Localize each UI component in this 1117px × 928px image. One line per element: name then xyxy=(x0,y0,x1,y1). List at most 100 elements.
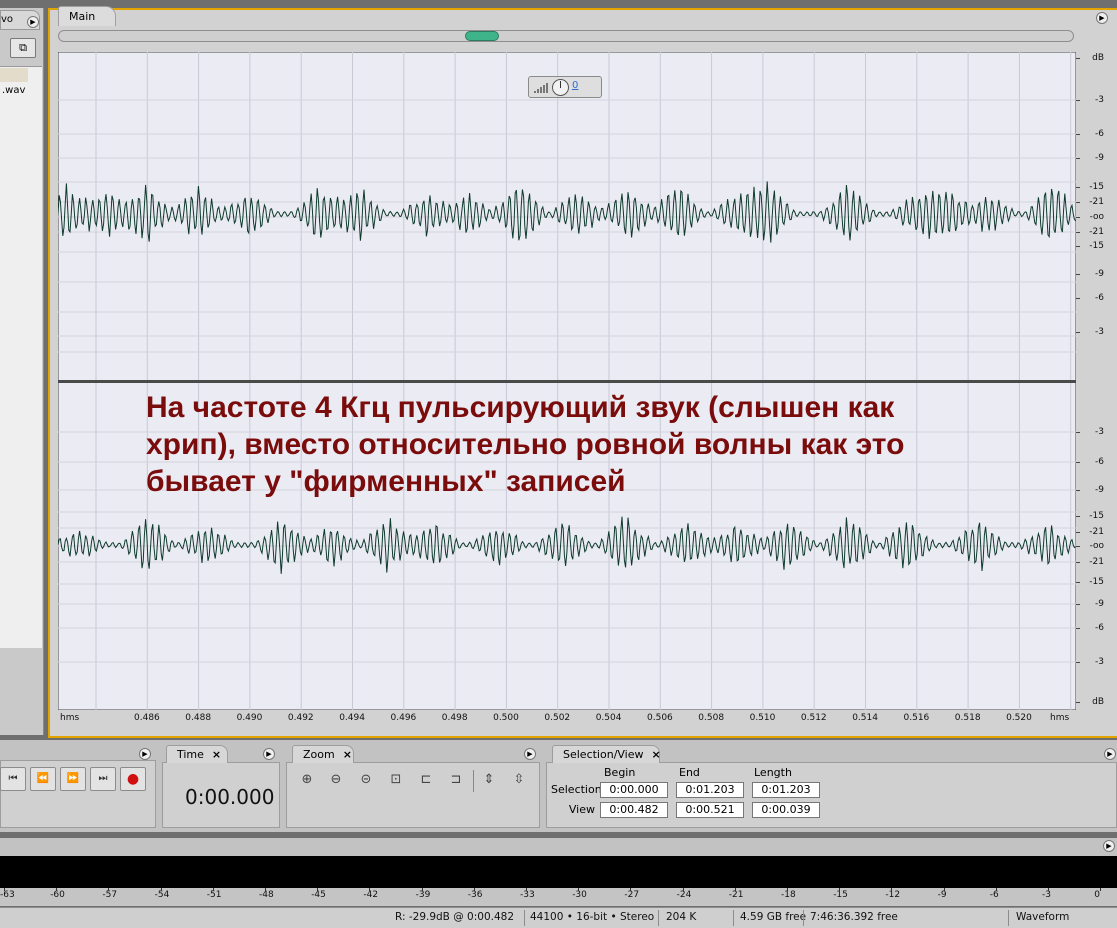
record-button[interactable]: ● xyxy=(120,767,146,791)
volume-value[interactable]: 0 xyxy=(572,80,578,91)
db-scale-label: -9 xyxy=(1095,269,1104,279)
zoom-out-vertical-icon[interactable]: ⇳ xyxy=(508,770,530,792)
zoom-right-edge-icon[interactable]: ⊐ xyxy=(445,770,467,792)
zoom-left-edge-icon[interactable]: ⊏ xyxy=(415,770,437,792)
db-scale-label: -3 xyxy=(1095,327,1104,337)
level-meter xyxy=(0,856,1117,888)
db-scale-label: -15 xyxy=(1089,182,1104,192)
db-scale-label: -3 xyxy=(1095,95,1104,105)
length-header: Length xyxy=(754,766,792,779)
db-scale-label: -9 xyxy=(1095,599,1104,609)
db-scale-label: -6 xyxy=(1095,129,1104,139)
time-tick-label: 0.512 xyxy=(800,713,827,723)
db-scale-label: -15 xyxy=(1089,511,1104,521)
level-meter-tick xyxy=(421,888,423,891)
db-scale-label: -oo xyxy=(1089,212,1104,222)
level-meter-label: -63 xyxy=(0,890,15,900)
db-scale-tick xyxy=(1076,232,1080,233)
time-tick-label: 0.508 xyxy=(698,713,725,723)
time-tick-label: 0.518 xyxy=(954,713,981,723)
level-meter-tick xyxy=(943,888,945,891)
db-scale-tick xyxy=(1076,532,1080,533)
level-meter-tick xyxy=(995,888,997,891)
db-scale-label: -21 xyxy=(1089,227,1104,237)
zoom-menu-icon[interactable]: ▶ xyxy=(524,748,536,760)
level-meter-label: -45 xyxy=(311,890,326,900)
db-scale-tick xyxy=(1076,246,1080,247)
zoom-out-full-icon[interactable]: ⊝ xyxy=(355,770,377,792)
level-meter-label: -36 xyxy=(467,890,483,900)
file-list-item[interactable]: .wav xyxy=(2,85,25,96)
selection-begin-field[interactable]: 0:00.000 xyxy=(600,782,668,798)
time-tick-label: 0.504 xyxy=(595,713,622,723)
time-ruler[interactable]: hms 0.486 0.488 0.490 0.492 0.494 0.496 0.498 0.… xyxy=(58,710,1076,730)
level-meter-tick xyxy=(369,888,371,891)
status-divider xyxy=(1008,910,1009,926)
zoom-in-amplitude-icon[interactable]: ⊕ xyxy=(296,770,318,792)
volume-control[interactable]: 0 xyxy=(528,76,602,98)
level-meter-tick xyxy=(891,888,893,891)
rewind-button[interactable]: ⏪ xyxy=(30,767,56,791)
caption-line: бывает у "фирменных" записей xyxy=(146,465,626,498)
view-end-field[interactable]: 0:00.521 xyxy=(676,802,744,818)
level-meter-tick xyxy=(682,888,684,891)
time-tick-label: 0.488 xyxy=(185,713,212,723)
selection-length-field[interactable]: 0:01.203 xyxy=(752,782,820,798)
db-scale-tick xyxy=(1076,490,1080,491)
level-meter-menu-icon[interactable]: ▶ xyxy=(1103,840,1115,852)
level-meter-label: -60 xyxy=(50,890,65,900)
db-scale-tick xyxy=(1076,298,1080,299)
fast-forward-button[interactable]: ⏩ xyxy=(60,767,86,791)
db-scale-tick xyxy=(1076,100,1080,101)
transport-menu-icon[interactable]: ▶ xyxy=(139,748,151,760)
scrollbar-thumb[interactable] xyxy=(465,31,499,41)
tab-zoom[interactable]: Zoom × xyxy=(292,745,354,763)
selection-end-field[interactable]: 0:01.203 xyxy=(676,782,744,798)
go-to-start-button[interactable]: ⏮ xyxy=(0,767,26,791)
level-meter-tick xyxy=(160,888,162,891)
cursor-info: R: -29.9dB @ 0:00.482 xyxy=(395,911,515,923)
close-icon[interactable]: × xyxy=(652,748,661,761)
status-divider xyxy=(524,910,525,926)
db-scale-tick xyxy=(1076,202,1080,203)
volume-knob-icon[interactable] xyxy=(552,79,569,96)
file-properties-icon[interactable]: ⧉ xyxy=(10,38,36,58)
close-icon[interactable]: × xyxy=(212,748,221,761)
db-scale-tick xyxy=(1076,628,1080,629)
db-scale-tick xyxy=(1076,187,1080,188)
level-meter-header xyxy=(0,838,1117,858)
horizontal-scrollbar[interactable] xyxy=(58,30,1074,42)
level-meter-label: -18 xyxy=(781,890,796,900)
db-scale-tick xyxy=(1076,217,1080,218)
view-length-field[interactable]: 0:00.039 xyxy=(752,802,820,818)
zoom-selection-icon[interactable]: ⊡ xyxy=(385,770,407,792)
files-panel-menu-icon[interactable]: ▶ xyxy=(27,16,39,28)
tab-time[interactable]: Time × xyxy=(166,745,228,763)
selection-menu-icon[interactable]: ▶ xyxy=(1104,748,1116,760)
level-meter-tick xyxy=(1100,888,1102,891)
file-list-selected-row[interactable] xyxy=(0,68,28,82)
view-begin-field[interactable]: 0:00.482 xyxy=(600,802,668,818)
level-meter-tick xyxy=(787,888,788,891)
go-to-end-button[interactable]: ⏭ xyxy=(90,767,116,791)
db-scale-tick xyxy=(1076,432,1080,433)
tab-main-label: Main xyxy=(69,10,96,23)
level-meter-tick xyxy=(578,888,580,891)
db-scale-tick xyxy=(1076,562,1080,563)
files-tab-label: vo xyxy=(1,14,14,25)
tab-main[interactable]: Main xyxy=(58,6,116,26)
zoom-out-amplitude-icon[interactable]: ⊖ xyxy=(325,770,347,792)
time-display: 0:00.000 xyxy=(185,785,275,809)
channel-divider[interactable] xyxy=(58,380,1076,383)
main-panel-menu-icon[interactable]: ▶ xyxy=(1096,12,1108,24)
db-scale-label: dB xyxy=(1092,697,1104,707)
time-tick-label: 0.492 xyxy=(287,713,314,723)
tab-selection-view[interactable]: Selection/View × xyxy=(552,745,661,763)
db-scale-label: -6 xyxy=(1095,457,1104,467)
close-icon[interactable]: × xyxy=(343,748,352,761)
file-list xyxy=(0,66,42,648)
time-menu-icon[interactable]: ▶ xyxy=(263,748,275,760)
level-meter-label: -33 xyxy=(520,890,535,900)
db-scale-label: -9 xyxy=(1095,153,1104,163)
zoom-in-vertical-icon[interactable]: ⇕ xyxy=(478,770,500,792)
